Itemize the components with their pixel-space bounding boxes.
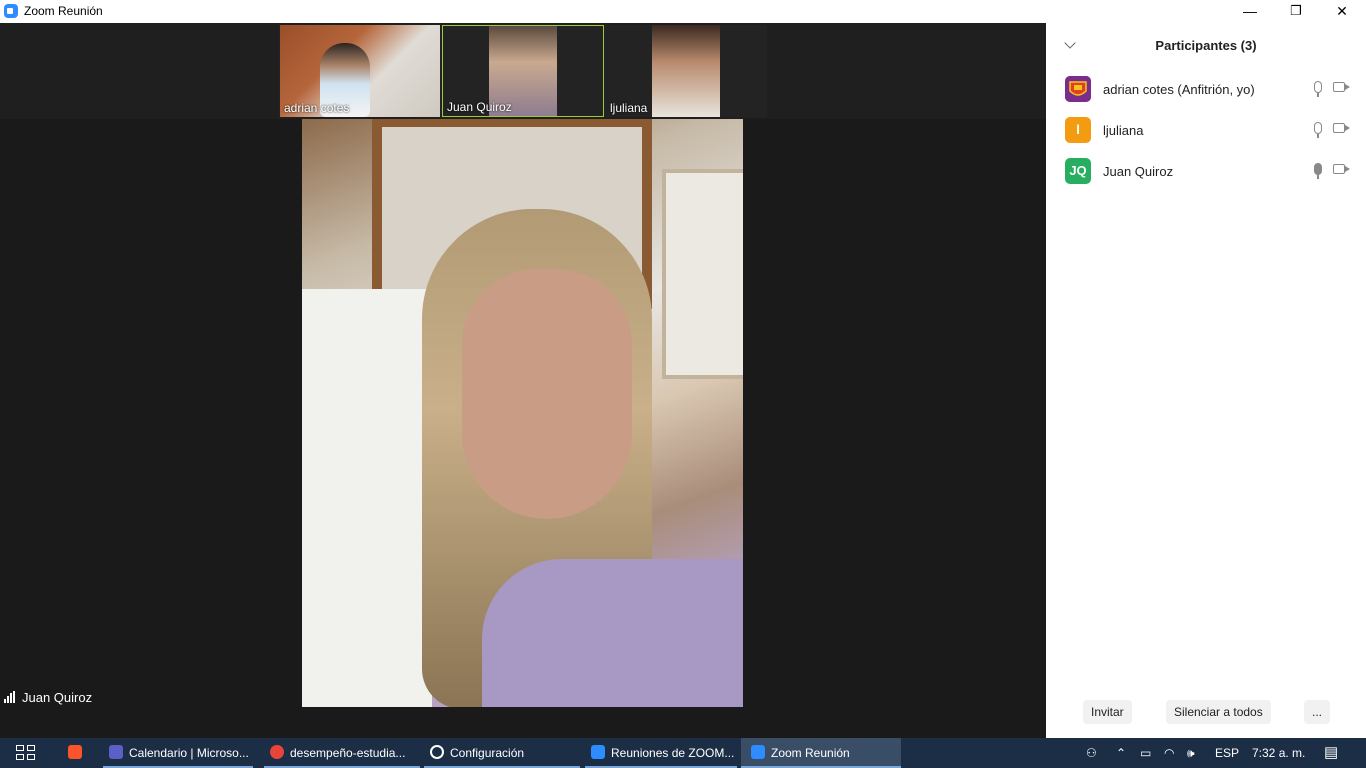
participants-panel: Participantes (3) adrian cotes (Anfitrió… [1046, 23, 1366, 738]
video-off-icon[interactable] [1333, 82, 1345, 92]
notification-icon[interactable]: ▤ [1324, 738, 1338, 768]
video-off-icon[interactable] [1333, 164, 1345, 174]
restore-button[interactable]: ❐ [1273, 0, 1319, 23]
active-speaker-name: Juan Quiroz [22, 690, 93, 705]
zoom-icon [591, 745, 605, 759]
taskbar-item-chrome[interactable]: desempeño-estudia... [264, 738, 420, 768]
video-thumbnail-active[interactable]: Juan Quiroz [442, 25, 604, 117]
participant-row[interactable]: adrian cotes (Anfitrión, yo) [1046, 71, 1366, 107]
mic-active-icon[interactable] [1314, 163, 1322, 179]
taskbar-item-zoom-meetings[interactable]: Reuniones de ZOOM... [585, 738, 737, 768]
mic-icon[interactable] [1314, 81, 1322, 97]
participant-video [652, 25, 720, 117]
minimize-button[interactable]: — [1227, 0, 1273, 23]
video-thumbnail[interactable]: ljuliana [606, 25, 766, 117]
title-bar: Zoom Reunión — ❐ ✕ [0, 0, 1366, 23]
avatar: l [1065, 117, 1091, 143]
teams-icon [109, 745, 123, 759]
taskbar-item-zoom-meeting[interactable]: Zoom Reunión [741, 738, 901, 768]
taskbar-item-calendar[interactable]: Calendario | Microso... [103, 738, 253, 768]
chrome-icon [270, 745, 284, 759]
close-button[interactable]: ✕ [1319, 0, 1365, 23]
task-view-icon[interactable] [16, 745, 36, 761]
participant-row[interactable]: JQ Juan Quiroz [1046, 153, 1366, 189]
volume-icon[interactable]: 🕪 [1187, 738, 1195, 768]
participant-name: adrian cotes (Anfitrión, yo) [1103, 82, 1255, 97]
main-speaker-video[interactable] [302, 119, 743, 707]
thumbnail-name: adrian cotes [284, 101, 350, 115]
panel-header: Participantes (3) [1046, 23, 1366, 67]
people-icon[interactable]: ⚇ [1086, 738, 1097, 768]
chevron-up-icon[interactable]: ⌃ [1116, 738, 1126, 768]
more-options-button[interactable]: ... [1304, 700, 1331, 724]
thumbnail-name: ljuliana [610, 101, 648, 115]
taskbar: Calendario | Microso... desempeño-estudi… [0, 738, 1366, 768]
language-indicator[interactable]: ESP [1215, 738, 1239, 768]
taskbar-item-settings[interactable]: Configuración [424, 738, 580, 768]
wifi-icon[interactable]: ◠ [1164, 738, 1174, 768]
video-area: adrian cotes Juan Quiroz ljuliana Juan Q… [0, 23, 1046, 738]
zoom-app-icon [4, 4, 18, 18]
signal-strength-icon [4, 691, 18, 703]
video-thumbnail[interactable]: adrian cotes [280, 25, 440, 117]
zoom-icon [751, 745, 765, 759]
avatar [1065, 76, 1091, 102]
invite-button[interactable]: Invitar [1083, 700, 1132, 724]
active-speaker-label: Juan Quiroz [4, 690, 92, 705]
brave-browser-icon[interactable] [68, 738, 88, 768]
clock[interactable]: 7:32 a. m. [1252, 738, 1305, 768]
avatar: JQ [1065, 158, 1091, 184]
panel-title: Participantes (3) [1155, 38, 1257, 53]
thumbnail-strip: adrian cotes Juan Quiroz ljuliana [0, 23, 1046, 119]
mic-icon[interactable] [1314, 122, 1322, 138]
thumbnail-name: Juan Quiroz [447, 100, 512, 114]
participant-name: ljuliana [1103, 123, 1144, 138]
window-title: Zoom Reunión [24, 4, 103, 18]
settings-icon [430, 745, 444, 759]
participant-row[interactable]: l ljuliana [1046, 112, 1366, 148]
team-crest-icon [1065, 76, 1091, 102]
video-off-icon[interactable] [1333, 123, 1345, 133]
mute-all-button[interactable]: Silenciar a todos [1166, 700, 1271, 724]
battery-icon[interactable]: ▭ [1140, 738, 1151, 768]
participant-name: Juan Quiroz [1103, 164, 1174, 179]
